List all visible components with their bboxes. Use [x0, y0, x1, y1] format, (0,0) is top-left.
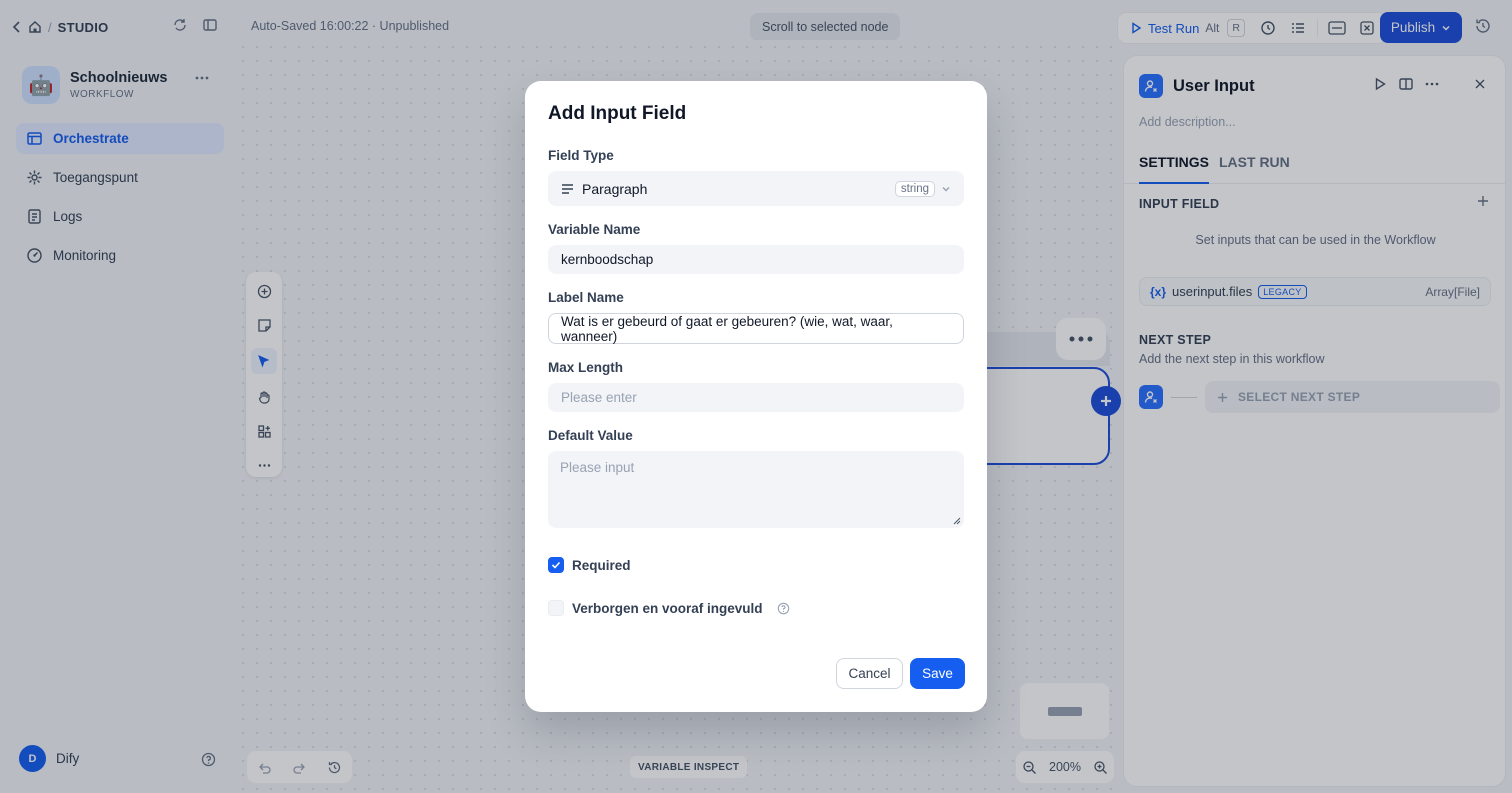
required-checkbox[interactable] — [548, 557, 564, 573]
label-name-input[interactable]: Wat is er gebeurd of gaat er gebeuren? (… — [548, 313, 964, 344]
hidden-checkbox[interactable] — [548, 600, 564, 616]
field-type-select[interactable]: Paragraph string — [548, 171, 964, 206]
dialog-title: Add Input Field — [548, 103, 687, 124]
default-value-textarea[interactable]: Please input — [548, 451, 964, 528]
field-type-badge: string — [894, 180, 935, 197]
required-checkbox-row[interactable]: Required — [548, 557, 631, 573]
variable-name-input[interactable]: kernboodschap — [548, 245, 964, 274]
add-input-field-dialog: Add Input Field Field Type Paragraph str… — [525, 81, 987, 712]
chevron-down-icon — [941, 184, 951, 194]
required-label: Required — [572, 557, 631, 573]
variable-name-label: Variable Name — [548, 222, 641, 237]
info-icon[interactable] — [777, 602, 790, 615]
field-type-label: Field Type — [548, 148, 614, 163]
label-name-label: Label Name — [548, 290, 624, 305]
default-value-label: Default Value — [548, 428, 633, 443]
default-value-placeholder: Please input — [560, 460, 635, 475]
cancel-button[interactable]: Cancel — [836, 658, 903, 689]
save-button[interactable]: Save — [910, 658, 965, 689]
hidden-checkbox-row[interactable]: Verborgen en vooraf ingevuld — [548, 600, 790, 616]
hidden-label: Verborgen en vooraf ingevuld — [572, 600, 763, 616]
max-length-label: Max Length — [548, 360, 624, 375]
max-length-input[interactable]: Please enter — [548, 383, 964, 412]
resize-handle-icon[interactable] — [953, 517, 961, 525]
paragraph-icon — [561, 183, 574, 195]
field-type-value: Paragraph — [582, 180, 648, 197]
